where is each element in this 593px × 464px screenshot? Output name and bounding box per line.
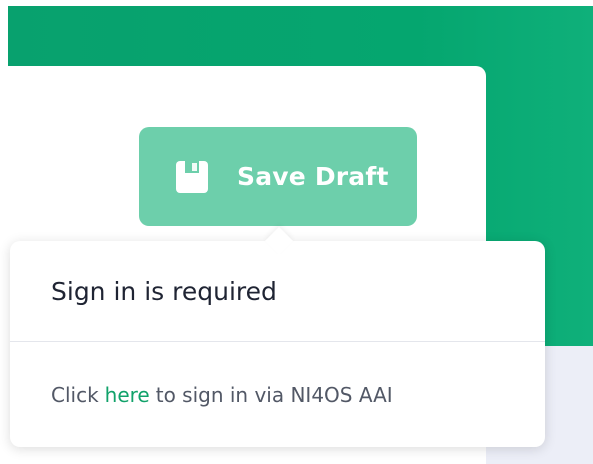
save-draft-button[interactable]: Save Draft <box>139 127 417 226</box>
popover-body: Click here to sign in via NI4OS AAI <box>10 342 545 447</box>
floppy-disk-icon <box>176 160 208 193</box>
popover-body-suffix: to sign in via NI4OS AAI <box>155 382 393 407</box>
popover-title: Sign in is required <box>10 241 545 342</box>
save-draft-label: Save Draft <box>237 162 389 191</box>
sign-in-link[interactable]: here <box>105 383 150 407</box>
popover-body-prefix: Click <box>51 382 99 407</box>
sign-in-popover: Sign in is required Click here to sign i… <box>10 226 545 447</box>
